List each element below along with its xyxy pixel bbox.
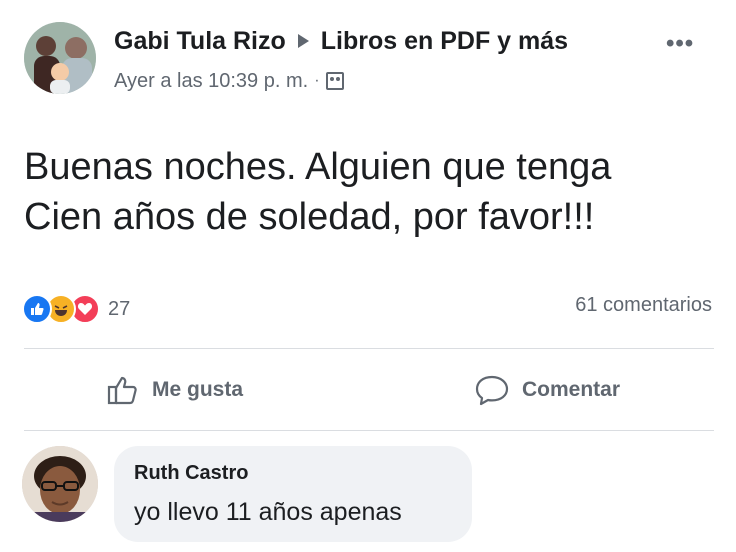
post-meta: Ayer a las 10:39 p. m. ·	[114, 66, 344, 96]
comments-count-link[interactable]: 61 comentarios	[575, 294, 712, 317]
comment-icon	[475, 375, 509, 406]
author-avatar-photo	[24, 22, 96, 94]
commenter-avatar-photo	[22, 446, 98, 522]
like-button-label: Me gusta	[152, 378, 244, 401]
thumbs-up-icon	[107, 376, 137, 405]
author-avatar[interactable]	[24, 22, 96, 94]
post-text: Buenas noches. Alguien que tenga Cien añ…	[24, 142, 724, 242]
comment-button-label: Comentar	[522, 378, 621, 401]
facebook-post: Gabi Tula Rizo Libros en PDF y más ••• A…	[0, 0, 736, 552]
like-button[interactable]: Me gusta	[106, 368, 243, 412]
comment-text: yo llevo 11 años apenas	[134, 498, 402, 526]
divider	[24, 348, 714, 349]
author-name[interactable]: Gabi Tula Rizo	[114, 27, 286, 56]
post-text-line: Buenas noches. Alguien que tenga	[24, 146, 612, 188]
post-header: Gabi Tula Rizo Libros en PDF y más	[114, 24, 568, 58]
post-text-line: Cien años de soledad, por favor!!!	[24, 196, 595, 238]
reaction-count: 27	[108, 297, 131, 320]
comment-bubble: Ruth Castro yo llevo 11 años apenas	[114, 446, 472, 542]
more-options-icon[interactable]: •••	[666, 30, 694, 58]
comment-button[interactable]: Comentar	[474, 368, 620, 412]
reactions-summary[interactable]: 27	[22, 292, 130, 326]
arrow-right-icon	[297, 34, 309, 48]
meta-separator: ·	[314, 72, 320, 89]
divider	[24, 430, 714, 431]
group-icon	[325, 72, 344, 90]
group-name[interactable]: Libros en PDF y más	[321, 27, 568, 56]
commenter-avatar[interactable]	[22, 446, 98, 522]
post-timestamp[interactable]: Ayer a las 10:39 p. m.	[114, 70, 308, 93]
commenter-name[interactable]: Ruth Castro	[134, 462, 248, 485]
like-reaction-icon	[22, 294, 52, 324]
